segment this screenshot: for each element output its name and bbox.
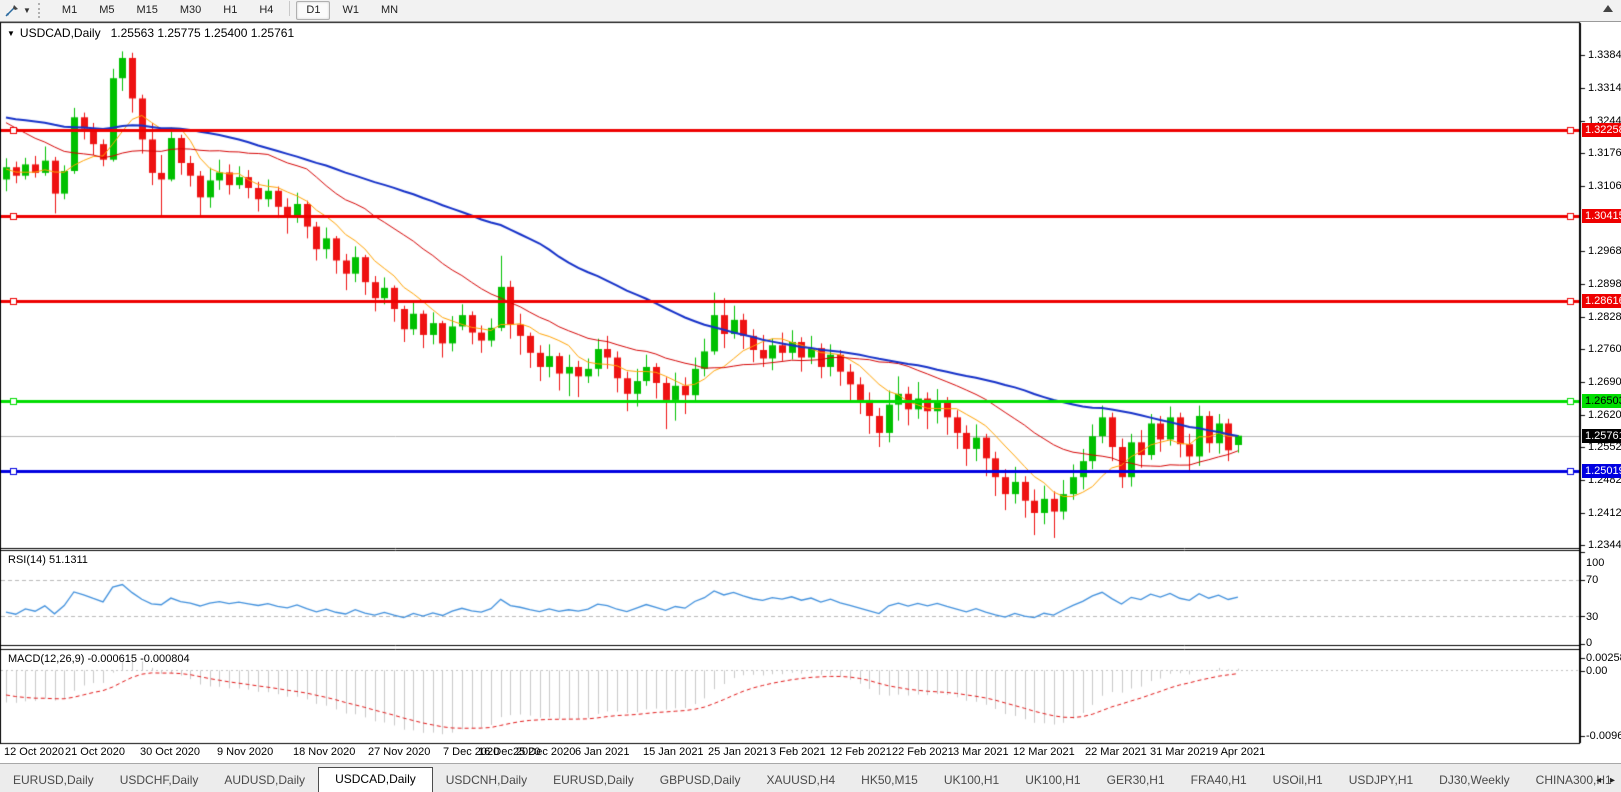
timeframe-button-m5[interactable]: M5 xyxy=(89,1,124,20)
hline-price-tag[interactable]: 1.28616 xyxy=(1582,294,1621,308)
timeframe-buttons: M1M5M15M30H1H4 D1W1MN xyxy=(51,1,409,20)
date-tick-label: 21 Oct 2020 xyxy=(65,746,125,758)
price-tick-label: 1.27600 xyxy=(1588,343,1621,355)
date-tick-label: 3 Mar 2021 xyxy=(953,746,1009,758)
timeframe-button-h1[interactable]: H1 xyxy=(213,1,247,20)
date-tick-label: 3 Feb 2021 xyxy=(770,746,826,758)
date-tick-label: 18 Nov 2020 xyxy=(293,746,355,758)
tab-usdchf-daily[interactable]: USDCHF,Daily xyxy=(107,769,212,792)
price-tick-label: 1.23440 xyxy=(1588,539,1621,551)
timeframe-button-m1[interactable]: M1 xyxy=(52,1,87,20)
chart-menu-triangle-icon[interactable]: ▼ xyxy=(7,29,15,38)
tab-audusd-daily[interactable]: AUDUSD,Daily xyxy=(211,769,318,792)
date-tick-label: 30 Oct 2020 xyxy=(140,746,200,758)
date-tick-label: 12 Oct 2020 xyxy=(4,746,64,758)
tab-usdcad-daily[interactable]: USDCAD,Daily xyxy=(318,767,433,792)
toolbar-overflow-icon[interactable] xyxy=(1603,5,1613,12)
price-tick-label: 1.28980 xyxy=(1588,278,1621,290)
date-tick-label: 22 Mar 2021 xyxy=(1085,746,1147,758)
tab-usdjpy-h1[interactable]: USDJPY,H1 xyxy=(1336,769,1426,792)
tab-eurusd-daily[interactable]: EURUSD,Daily xyxy=(540,769,647,792)
date-tick-label: 15 Jan 2021 xyxy=(643,746,704,758)
hline-price-tag[interactable]: 1.26503 xyxy=(1582,394,1621,408)
toolbar-separator xyxy=(289,1,290,16)
tab-usdcnh-daily[interactable]: USDCNH,Daily xyxy=(433,769,540,792)
tab-uk100-h1[interactable]: UK100,H1 xyxy=(1012,769,1093,792)
date-tick-label: 22 Feb 2021 xyxy=(892,746,954,758)
timeframe-button-m15[interactable]: M15 xyxy=(126,1,167,20)
date-tick-label: 25 Dec 2020 xyxy=(513,746,575,758)
rsi-axis-label: 0 xyxy=(1586,637,1592,649)
price-tick-label: 1.33140 xyxy=(1588,82,1621,94)
date-tick-label: 25 Jan 2021 xyxy=(708,746,769,758)
mt4-window: ▼ M1M5M15M30H1H4 D1W1MN ▼ USDCAD,Daily 1.25… xyxy=(0,0,1621,792)
tab-usoil-h1[interactable]: USOil,H1 xyxy=(1260,769,1336,792)
chart-canvas[interactable] xyxy=(0,0,1621,792)
rsi-indicator-label: RSI(14) 51.1311 xyxy=(8,554,88,566)
timeframe-button-mn[interactable]: MN xyxy=(371,1,408,20)
time-axis[interactable]: 12 Oct 202021 Oct 2020 30 Oct 2020 9 Nov 2… xyxy=(0,746,1621,762)
price-tick-label: 1.31760 xyxy=(1588,147,1621,159)
date-tick-label: 9 Apr 2021 xyxy=(1212,746,1265,758)
date-tick-label: 6 Jan 2021 xyxy=(575,746,629,758)
price-tick-label: 1.24120 xyxy=(1588,507,1621,519)
timeframe-button-m30[interactable]: M30 xyxy=(170,1,211,20)
chart-ohlc-values: 1.25563 1.25775 1.25400 1.25761 xyxy=(111,26,295,40)
hline-price-tag[interactable]: 1.25019 xyxy=(1582,464,1621,478)
timeframe-button-w1[interactable]: W1 xyxy=(332,1,369,20)
tab-dj30-weekly[interactable]: DJ30,Weekly xyxy=(1426,769,1522,792)
timeframe-button-d1[interactable]: D1 xyxy=(296,1,330,20)
tool-dropdown-caret[interactable]: ▼ xyxy=(23,6,31,15)
chart-title: ▼ USDCAD,Daily 1.25563 1.25775 1.25400 1.2… xyxy=(7,26,294,40)
timeframe-button-h4[interactable]: H4 xyxy=(249,1,283,20)
tab-hk50-m15[interactable]: HK50,M15 xyxy=(848,769,931,792)
date-tick-label: 12 Feb 2021 xyxy=(830,746,892,758)
tab-scroll-arrows[interactable]: ◂ ▸ xyxy=(1596,775,1618,786)
tab-eurusd-daily[interactable]: EURUSD,Daily xyxy=(0,769,107,792)
toolbar: ▼ M1M5M15M30H1H4 D1W1MN xyxy=(0,0,1621,22)
price-tick-label: 1.31060 xyxy=(1588,180,1621,192)
tab-gbpusd-daily[interactable]: GBPUSD,Daily xyxy=(647,769,754,792)
macd-axis-label: 0.00258 xyxy=(1586,652,1621,664)
hline-price-tag[interactable]: 1.32258 xyxy=(1582,123,1621,137)
macd-indicator-label: MACD(12,26,9) -0.000615 -0.000804 xyxy=(8,653,190,665)
price-tick-label: 1.33840 xyxy=(1588,49,1621,61)
tab-ger30-h1[interactable]: GER30,H1 xyxy=(1094,769,1178,792)
hline-price-tag[interactable]: 1.30415 xyxy=(1582,209,1621,223)
rsi-axis-label: 30 xyxy=(1586,611,1598,623)
price-tick-label: 1.28280 xyxy=(1588,311,1621,323)
tab-uk100-h1[interactable]: UK100,H1 xyxy=(931,769,1012,792)
date-tick-label: 9 Nov 2020 xyxy=(217,746,273,758)
toolbar-grip[interactable] xyxy=(38,3,45,18)
date-tick-label: 27 Nov 2020 xyxy=(368,746,430,758)
current-price-tag[interactable]: 1.25761 xyxy=(1582,429,1621,443)
macd-axis-label: 0.00 xyxy=(1586,665,1607,677)
price-tick-label: 1.29680 xyxy=(1588,245,1621,257)
date-tick-label: 12 Mar 2021 xyxy=(1013,746,1075,758)
chart-tab-bar: EURUSD,DailyUSDCHF,DailyAUDUSD,DailyUSDC… xyxy=(0,763,1621,792)
price-tick-label: 1.26200 xyxy=(1588,409,1621,421)
tab-xauusd-h4[interactable]: XAUUSD,H4 xyxy=(753,769,848,792)
crosshair-tool-icon[interactable] xyxy=(4,3,22,19)
tab-fra40-h1[interactable]: FRA40,H1 xyxy=(1178,769,1260,792)
rsi-axis-label: 70 xyxy=(1586,574,1598,586)
date-tick-label: 31 Mar 2021 xyxy=(1150,746,1212,758)
chart-symbol-period: USDCAD,Daily xyxy=(20,26,101,40)
rsi-axis-label: 100 xyxy=(1586,557,1604,569)
macd-axis-label: -0.009687 xyxy=(1586,730,1621,742)
price-tick-label: 1.26900 xyxy=(1588,376,1621,388)
